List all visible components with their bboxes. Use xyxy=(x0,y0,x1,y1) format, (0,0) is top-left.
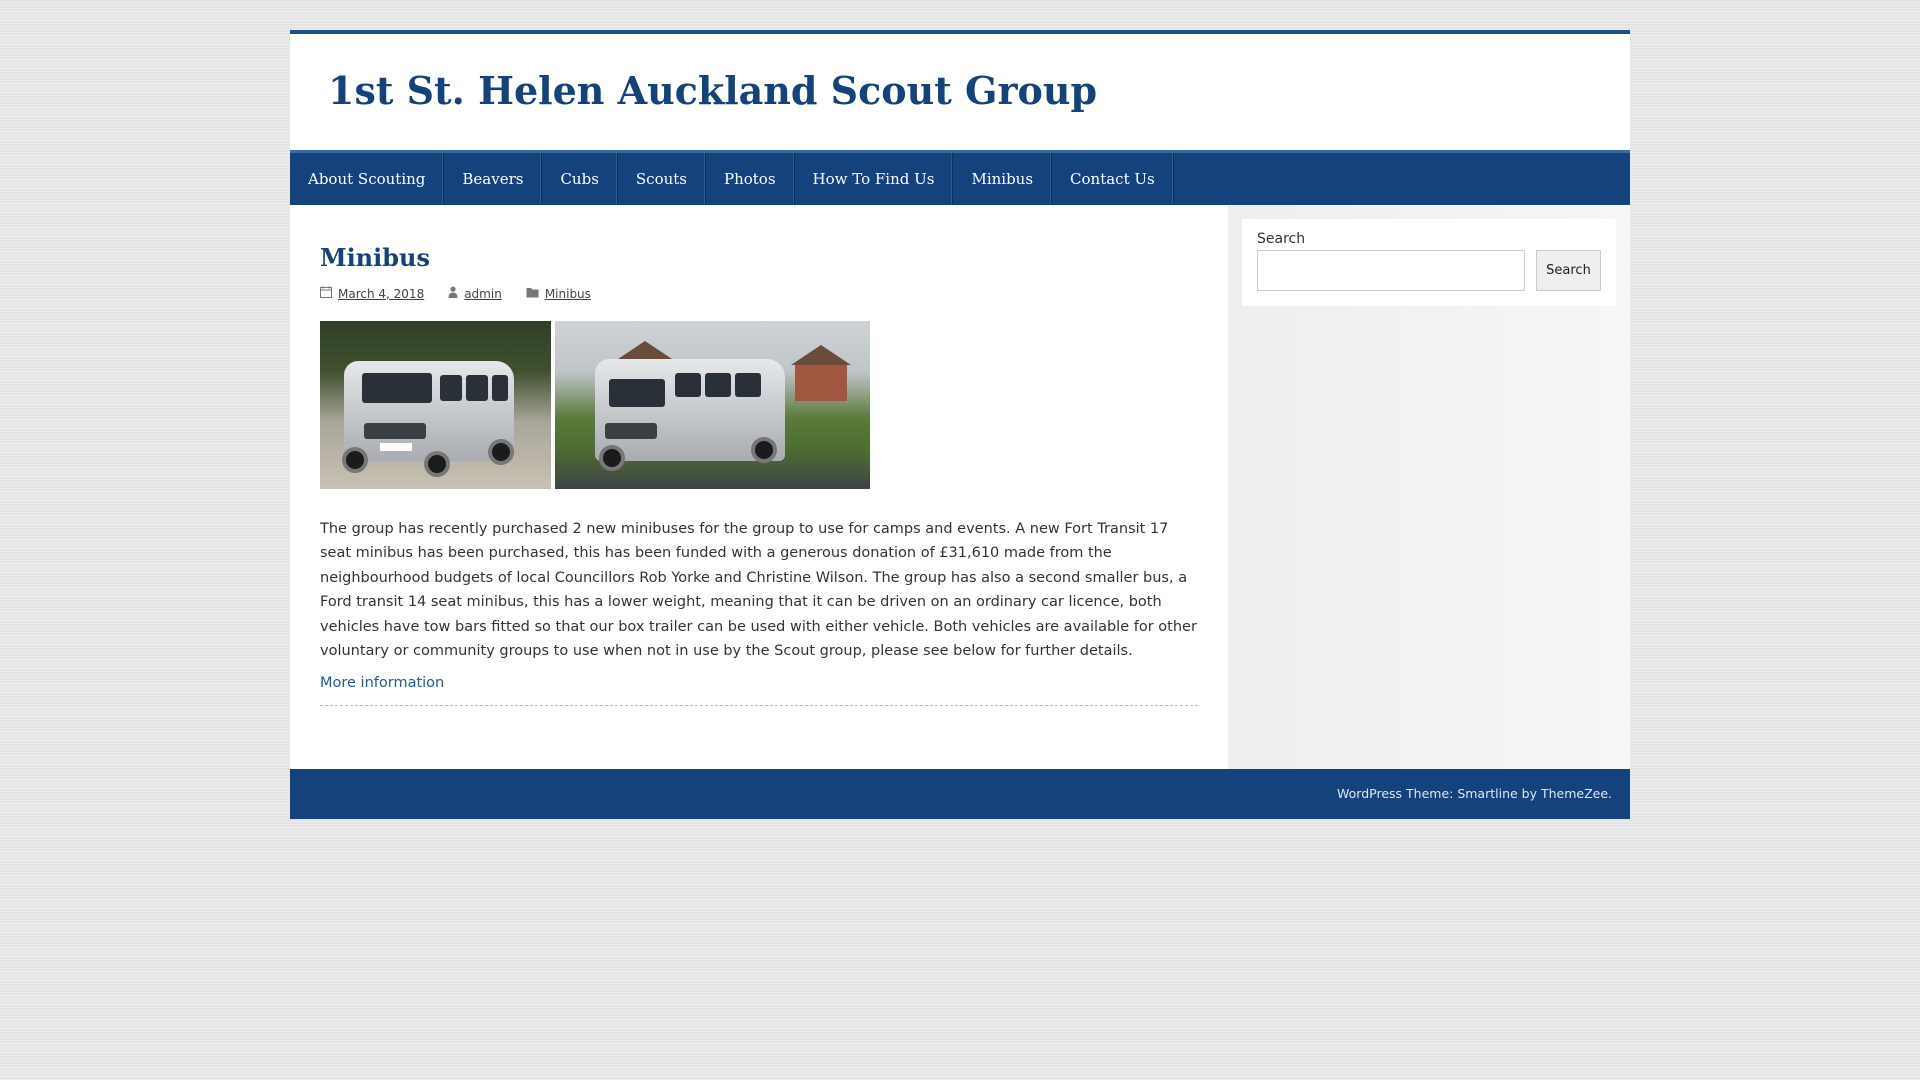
page-wrapper: 1st St. Helen Auckland Scout Group About… xyxy=(290,30,1630,819)
nav-item-how-to-find-us[interactable]: How To Find Us xyxy=(795,153,954,205)
user-icon xyxy=(448,286,458,301)
site-header: 1st St. Helen Auckland Scout Group xyxy=(290,30,1630,150)
site-footer: WordPress Theme: Smartline by ThemeZee. xyxy=(290,769,1630,819)
folder-icon xyxy=(526,287,539,301)
post-title[interactable]: Minibus xyxy=(320,243,1198,272)
nav-item-scouts[interactable]: Scouts xyxy=(618,153,706,205)
search-input[interactable] xyxy=(1257,250,1525,291)
image-gallery xyxy=(320,321,1198,489)
calendar-icon xyxy=(320,286,332,301)
nav-item-contact-us[interactable]: Contact Us xyxy=(1052,153,1174,205)
post-category-link[interactable]: Minibus xyxy=(545,287,591,301)
main-navigation: About Scouting Beavers Cubs Scouts Photo… xyxy=(290,150,1630,205)
nav-item-beavers[interactable]: Beavers xyxy=(444,153,543,205)
post-meta: March 4, 2018 admin Minibus xyxy=(320,286,1198,301)
nav-item-photos[interactable]: Photos xyxy=(706,153,795,205)
minibus-photo-2[interactable] xyxy=(555,321,870,489)
minibus-photo-1[interactable] xyxy=(320,321,551,489)
search-widget: Search Search xyxy=(1242,219,1616,306)
nav-item-cubs[interactable]: Cubs xyxy=(542,153,618,205)
main-content: Minibus March 4, 2018 admin Minibus The … xyxy=(290,205,1228,769)
post-divider xyxy=(320,705,1198,706)
sidebar: Search Search xyxy=(1228,205,1630,769)
search-label: Search xyxy=(1257,231,1306,247)
site-title[interactable]: 1st St. Helen Auckland Scout Group xyxy=(328,68,1097,113)
post-author-link[interactable]: admin xyxy=(464,287,502,301)
footer-credit[interactable]: WordPress Theme: Smartline by ThemeZee. xyxy=(1337,786,1612,801)
post-date-link[interactable]: March 4, 2018 xyxy=(338,287,424,301)
nav-item-minibus[interactable]: Minibus xyxy=(953,153,1053,205)
nav-item-about-scouting[interactable]: About Scouting xyxy=(290,153,445,205)
search-button[interactable]: Search xyxy=(1536,250,1601,291)
more-information-link[interactable]: More information xyxy=(320,675,444,691)
content-area: Minibus March 4, 2018 admin Minibus The … xyxy=(290,205,1630,769)
post-body: The group has recently purchased 2 new m… xyxy=(320,521,1197,660)
